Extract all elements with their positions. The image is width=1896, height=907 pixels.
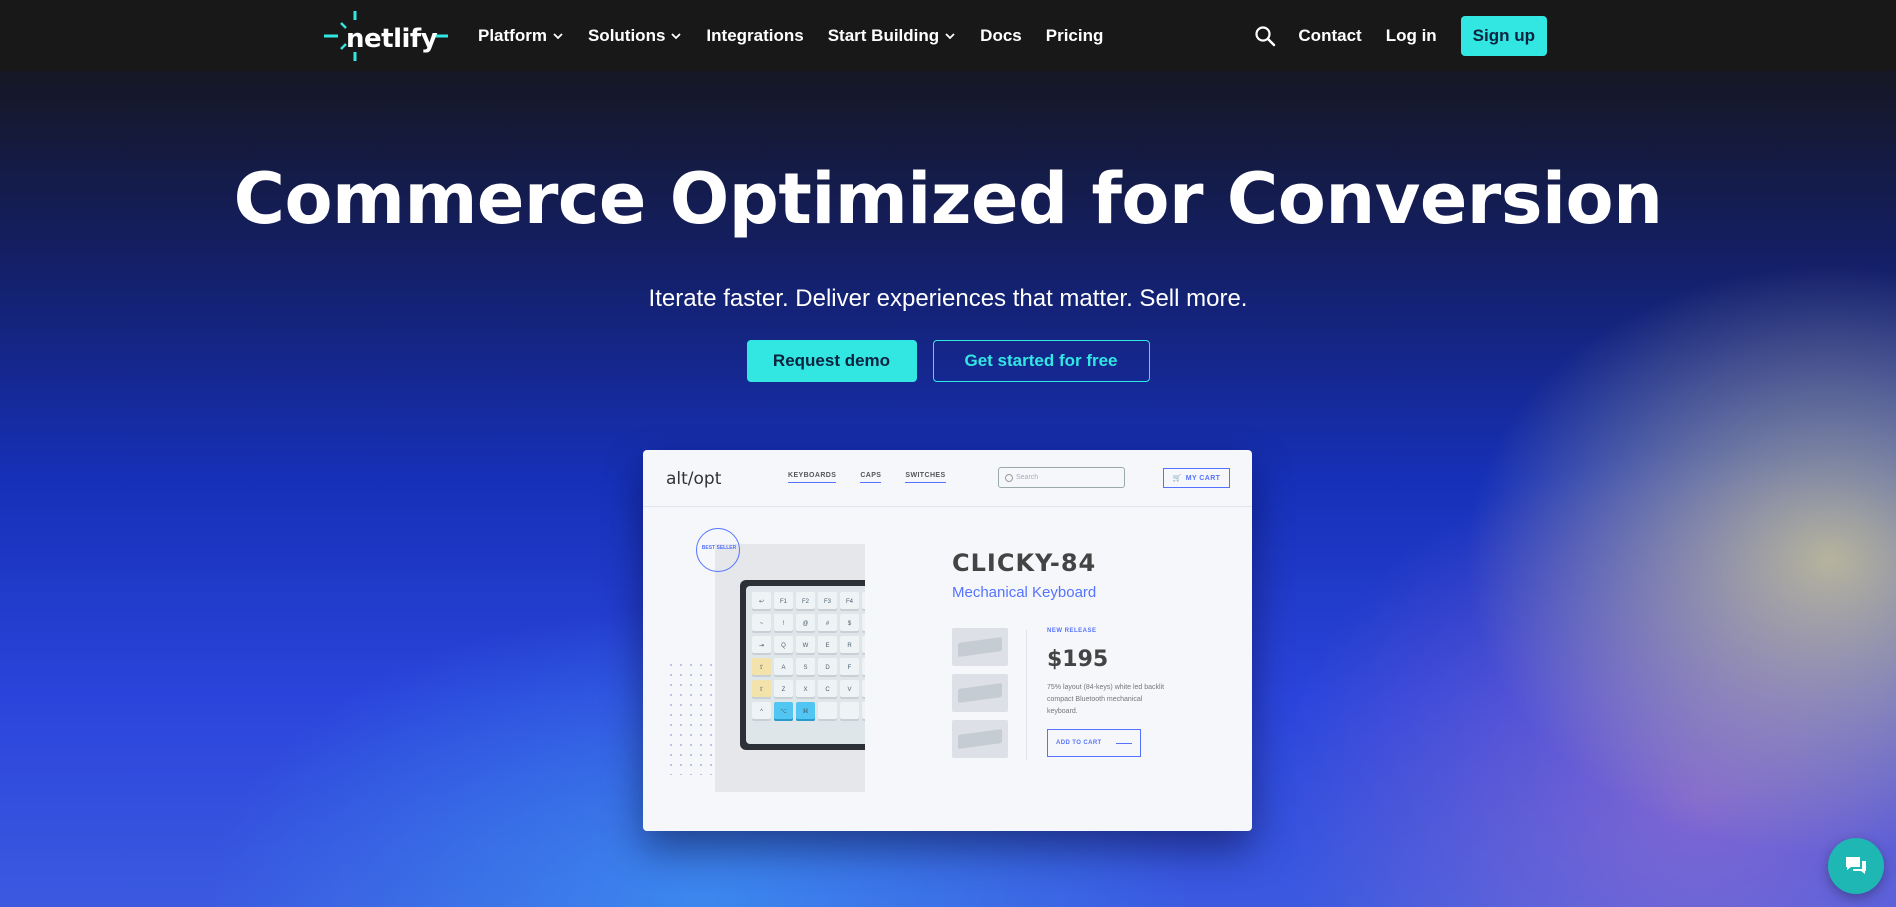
product-price: $195 [1047,647,1109,672]
menu-label: Start Building [827,25,940,45]
top-navigation: netlify Platform Solutions Integrations … [0,0,1896,71]
mockup-divider [643,506,1252,507]
main-menu: Platform Solutions Integrations Start Bu… [478,0,1127,71]
menu-item-platform[interactable]: Platform [478,26,564,46]
chevron-down-icon [553,32,563,39]
menu-item-docs[interactable]: Docs [980,26,1022,46]
storefront-mockup: alt/opt KEYBOARDS CAPS SWITCHES Search 🛒… [643,450,1252,831]
keyboard-illustration: ↩F1F2F3F4F5 ~!@#$% ⇥QWERT ⇪ASDFG ⇧ZXCVB … [740,580,865,750]
menu-item-integrations[interactable]: Integrations [706,26,803,46]
badge-text: BEST SELLER [701,545,737,551]
menu-label: Pricing [1045,25,1104,45]
mockup-cart: 🛒 MY CART [1163,468,1230,488]
contact-link[interactable]: Contact [1298,26,1361,46]
request-demo-button[interactable]: Request demo [746,340,917,382]
mockup-vertical-divider [1026,630,1027,760]
menu-label: Platform [478,25,547,45]
product-title: CLICKY-84 [952,549,1097,577]
mockup-nav-switches: SWITCHES [905,472,946,483]
add-to-cart-button: ADD TO CART [1047,729,1141,757]
hero-cta-row: Request demo Get started for free [0,340,1896,382]
mockup-nav-keyboards: KEYBOARDS [788,472,837,483]
keyboard-photo: ↩F1F2F3F4F5 ~!@#$% ⇥QWERT ⇪ASDFG ⇧ZXCVB … [715,544,865,792]
menu-item-solutions[interactable]: Solutions [588,26,682,46]
best-seller-badge: BEST SELLER [696,528,740,572]
menu-item-pricing[interactable]: Pricing [1046,26,1104,46]
chat-icon [1846,857,1866,874]
chevron-down-icon [945,32,955,39]
mockup-search: Search [998,467,1125,488]
product-description: 75% layout (84-keys) white led backlit c… [1047,684,1165,715]
mockup-nav: KEYBOARDS CAPS SWITCHES [788,472,946,483]
menu-item-start-building[interactable]: Start Building [828,26,956,46]
signup-button[interactable]: Sign up [1460,15,1547,56]
nav-actions: Contact Log in Sign up [1254,0,1547,71]
product-thumbnail [952,674,1008,712]
search-icon[interactable] [1254,25,1276,47]
menu-label: Integrations [706,25,804,45]
chevron-down-icon [671,32,682,39]
chat-launcher-button[interactable] [1828,838,1884,894]
get-started-free-button[interactable]: Get started for free [932,340,1150,382]
netlify-logo[interactable]: netlify [324,10,448,62]
product-subtitle: Mechanical Keyboard [952,584,1097,601]
login-link[interactable]: Log in [1386,26,1437,46]
menu-label: Solutions [587,25,666,45]
mockup-cart-label: MY CART [1185,474,1221,482]
mockup-nav-caps: CAPS [860,472,882,483]
cart-icon: 🛒 [1172,475,1182,482]
release-tag: NEW RELEASE [1047,628,1097,634]
menu-label: Docs [980,25,1022,45]
mockup-brand: alt/opt [666,469,722,489]
hero-title: Commerce Optimized for Conversion [233,158,1663,240]
product-thumbnail [952,628,1008,666]
hero-subtitle: Iterate faster. Deliver experiences that… [648,285,1248,312]
product-thumbnail [952,720,1008,758]
logo-text: netlify [346,24,438,54]
